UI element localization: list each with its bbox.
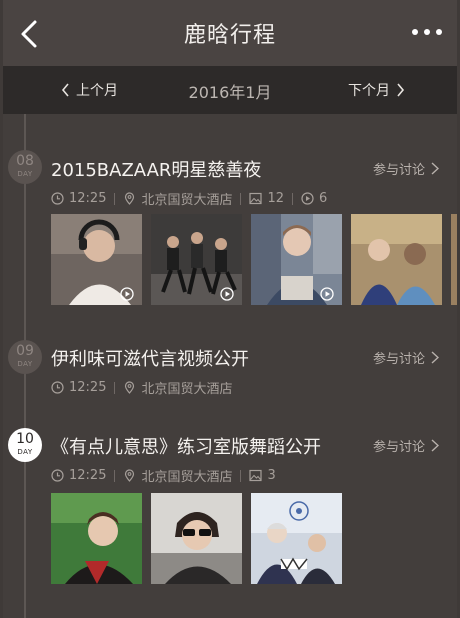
event-photo[interactable] [251, 214, 342, 305]
location-pin-icon [125, 192, 135, 205]
next-month-label: 下个月 [348, 83, 390, 99]
date-badge: 09 DAY [8, 340, 42, 374]
play-icon [320, 287, 334, 301]
discuss-label: 参与讨论 [372, 440, 425, 455]
person-with-sunglasses-image [151, 493, 242, 584]
clock-icon [51, 469, 64, 482]
video-count: 6 [319, 191, 328, 206]
date-badge-today: 10 DAY [8, 428, 42, 462]
page-title: 鹿晗行程 [183, 23, 276, 48]
divider [292, 192, 294, 205]
event-meta: 12:25 北京国贸大酒店 12 6 [51, 189, 327, 208]
event-time: 12:25 [69, 380, 107, 395]
event-title[interactable]: 《有点儿意思》练习室版舞蹈公开 [51, 433, 321, 459]
divider [240, 192, 242, 205]
event-time: 12:25 [69, 191, 107, 206]
image-count: 12 [267, 191, 285, 206]
date-day: 09 [16, 343, 34, 359]
more-dots-icon[interactable] [411, 24, 443, 40]
clock-icon [51, 192, 64, 205]
title-bar: 鹿晗行程 [3, 0, 457, 66]
image-count: 3 [267, 468, 276, 483]
date-day: 10 [16, 431, 34, 447]
event-title[interactable]: 伊利味可滋代言视频公开 [51, 345, 249, 371]
chevron-right-icon [431, 351, 439, 364]
event-photo[interactable] [251, 493, 342, 584]
chevron-right-icon [431, 162, 439, 175]
photo-strip [51, 214, 457, 305]
video-icon [301, 192, 314, 205]
event-photo[interactable] [151, 214, 242, 305]
clock-icon [51, 381, 64, 394]
event-photo[interactable] [51, 214, 142, 305]
event-location: 北京国贸大酒店 [141, 193, 233, 208]
people-at-whiteboard-image [251, 493, 342, 584]
location-pin-icon [125, 381, 135, 394]
event-location: 北京国贸大酒店 [141, 470, 233, 485]
photo-partial-image [451, 214, 457, 305]
event-time: 12:25 [69, 468, 107, 483]
event-meta: 12:25 北京国贸大酒店 3 [51, 466, 276, 485]
event-photo[interactable] [351, 214, 442, 305]
image-icon [249, 469, 263, 482]
event-photo[interactable] [51, 493, 142, 584]
location-pin-icon [125, 469, 135, 482]
date-day-label: DAY [17, 448, 33, 456]
chevron-right-small-icon [397, 83, 405, 97]
play-icon [120, 287, 134, 301]
app-frame: 鹿晗行程 上个月 2016年1月 下个月 08 DAY 2015BAZAAR明星… [3, 0, 457, 618]
event-meta: 12:25 北京国贸大酒店 [51, 378, 232, 397]
join-discussion-button[interactable]: 参与讨论 [373, 436, 439, 455]
date-day-label: DAY [17, 170, 33, 178]
play-icon [220, 287, 234, 301]
event-photo[interactable] [151, 493, 242, 584]
date-badge: 08 DAY [8, 150, 42, 184]
date-day-label: DAY [17, 360, 33, 368]
event-location: 北京国贸大酒店 [141, 382, 233, 397]
chevron-right-icon [431, 439, 439, 452]
divider [114, 192, 116, 205]
divider [240, 469, 242, 482]
divider [114, 469, 116, 482]
next-month-button[interactable]: 下个月 [348, 80, 405, 100]
two-people-in-shop-image [351, 214, 442, 305]
discuss-label: 参与讨论 [372, 352, 425, 367]
join-discussion-button[interactable]: 参与讨论 [373, 159, 439, 178]
divider [114, 381, 116, 394]
join-discussion-button[interactable]: 参与讨论 [373, 348, 439, 367]
date-day: 08 [16, 153, 34, 169]
event-photo-partial[interactable] [451, 214, 457, 305]
event-title[interactable]: 2015BAZAAR明星慈善夜 [51, 156, 261, 182]
discuss-label: 参与讨论 [372, 163, 425, 178]
person-on-grass-image [51, 493, 142, 584]
photo-strip [51, 493, 342, 584]
month-nav: 上个月 2016年1月 下个月 [3, 66, 457, 114]
image-icon [249, 192, 263, 205]
